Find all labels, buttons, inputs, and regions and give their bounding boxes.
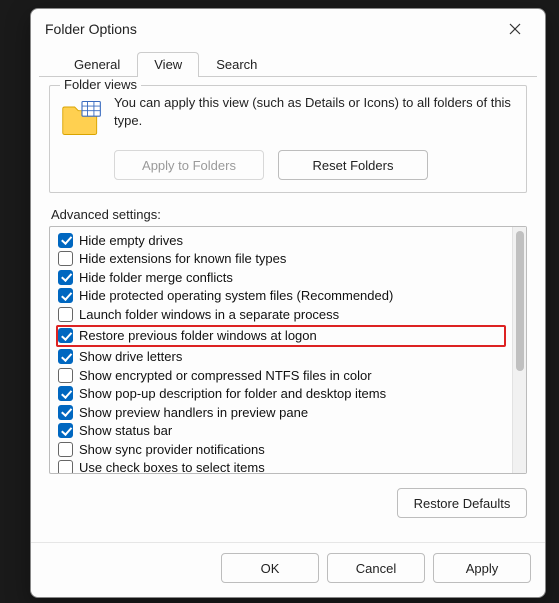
list-item[interactable]: Restore previous folder windows at logon bbox=[56, 325, 506, 347]
checkbox[interactable] bbox=[58, 460, 73, 473]
scrollbar[interactable] bbox=[512, 227, 526, 473]
folder-views-legend: Folder views bbox=[60, 77, 141, 92]
list-item-label: Show encrypted or compressed NTFS files … bbox=[79, 368, 372, 383]
checkbox[interactable] bbox=[58, 405, 73, 420]
dialog-footer: OK Cancel Apply bbox=[31, 542, 545, 597]
list-item[interactable]: Show encrypted or compressed NTFS files … bbox=[56, 366, 512, 385]
checkbox[interactable] bbox=[58, 349, 73, 364]
checkbox[interactable] bbox=[58, 368, 73, 383]
advanced-settings-list: Hide empty drives Hide extensions for kno… bbox=[49, 226, 527, 474]
close-icon bbox=[509, 23, 521, 35]
apply-to-folders-button[interactable]: Apply to Folders bbox=[114, 150, 264, 180]
close-button[interactable] bbox=[495, 14, 535, 44]
list-item[interactable]: Show sync provider notifications bbox=[56, 440, 512, 459]
list-item-label: Show preview handlers in preview pane bbox=[79, 405, 308, 420]
folder-views-group: Folder views You can apply this view (su… bbox=[49, 85, 527, 193]
checkbox[interactable] bbox=[58, 423, 73, 438]
folder-views-text: You can apply this view (such as Details… bbox=[114, 94, 516, 129]
tab-content: Folder views You can apply this view (su… bbox=[31, 77, 545, 528]
list-item[interactable]: Show preview handlers in preview pane bbox=[56, 403, 512, 422]
list-item-label: Hide folder merge conflicts bbox=[79, 270, 233, 285]
list-item[interactable]: Hide protected operating system files (R… bbox=[56, 287, 512, 306]
list-item-label: Show drive letters bbox=[79, 349, 182, 364]
titlebar: Folder Options bbox=[31, 9, 545, 47]
checkbox[interactable] bbox=[58, 442, 73, 457]
list-item[interactable]: Launch folder windows in a separate proc… bbox=[56, 305, 512, 324]
apply-button[interactable]: Apply bbox=[433, 553, 531, 583]
list-item-label: Hide protected operating system files (R… bbox=[79, 288, 393, 303]
scrollbar-thumb[interactable] bbox=[516, 231, 524, 371]
list-item-label: Restore previous folder windows at logon bbox=[79, 328, 317, 343]
checkbox[interactable] bbox=[58, 270, 73, 285]
tab-view[interactable]: View bbox=[137, 52, 199, 77]
folder-icon bbox=[60, 96, 104, 140]
list-item[interactable]: Show pop-up description for folder and d… bbox=[56, 385, 512, 404]
list-item-label: Launch folder windows in a separate proc… bbox=[79, 307, 339, 322]
checkbox[interactable] bbox=[58, 328, 73, 343]
list-item[interactable]: Show status bar bbox=[56, 422, 512, 441]
list-viewport: Hide empty drives Hide extensions for kno… bbox=[50, 227, 512, 473]
list-item-label: Show sync provider notifications bbox=[79, 442, 265, 457]
dialog-title: Folder Options bbox=[45, 21, 137, 37]
list-item[interactable]: Hide folder merge conflicts bbox=[56, 268, 512, 287]
tab-strip: General View Search bbox=[39, 47, 537, 77]
list-item-label: Use check boxes to select items bbox=[79, 460, 265, 473]
checkbox[interactable] bbox=[58, 288, 73, 303]
reset-folders-button[interactable]: Reset Folders bbox=[278, 150, 428, 180]
list-item[interactable]: Show drive letters bbox=[56, 348, 512, 367]
list-item[interactable]: Hide empty drives bbox=[56, 231, 512, 250]
list-item[interactable]: Hide extensions for known file types bbox=[56, 250, 512, 269]
list-item-label: Show pop-up description for folder and d… bbox=[79, 386, 386, 401]
list-item-label: Hide extensions for known file types bbox=[79, 251, 286, 266]
advanced-settings-label: Advanced settings: bbox=[51, 207, 527, 222]
checkbox[interactable] bbox=[58, 386, 73, 401]
tab-search[interactable]: Search bbox=[199, 52, 274, 77]
folder-options-dialog: Folder Options General View Search Folde… bbox=[30, 8, 546, 598]
cancel-button[interactable]: Cancel bbox=[327, 553, 425, 583]
ok-button[interactable]: OK bbox=[221, 553, 319, 583]
list-item-label: Hide empty drives bbox=[79, 233, 183, 248]
list-item[interactable]: Use check boxes to select items bbox=[56, 459, 512, 474]
checkbox[interactable] bbox=[58, 307, 73, 322]
list-item-label: Show status bar bbox=[79, 423, 172, 438]
tab-general[interactable]: General bbox=[57, 52, 137, 77]
checkbox[interactable] bbox=[58, 233, 73, 248]
restore-defaults-button[interactable]: Restore Defaults bbox=[397, 488, 527, 518]
checkbox[interactable] bbox=[58, 251, 73, 266]
